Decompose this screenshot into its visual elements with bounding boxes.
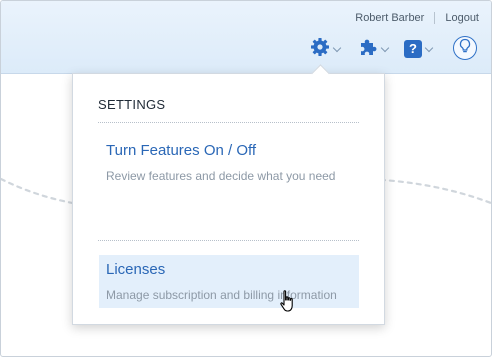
user-menu: Robert Barber Logout	[355, 12, 479, 24]
app-frame: Robert Barber Logout ? SETTINGS Turn Fea…	[0, 0, 492, 357]
chevron-down-icon	[380, 43, 390, 52]
menu-item-description: Manage subscription and billing informat…	[106, 288, 337, 302]
settings-dropdown: SETTINGS Turn Features On / Off Review f…	[72, 64, 385, 325]
menu-item-label: Turn Features On / Off	[106, 142, 257, 159]
menu-item-description: Review features and decide what you need	[106, 169, 336, 183]
divider	[98, 240, 359, 241]
gear-icon	[310, 37, 330, 62]
puzzle-icon	[358, 37, 378, 62]
help-menu-button[interactable]: ?	[404, 37, 434, 61]
menu-item-label: Licenses	[106, 261, 166, 278]
chevron-down-icon	[332, 43, 342, 52]
logout-link[interactable]: Logout	[445, 12, 479, 24]
extensions-menu-button[interactable]	[358, 37, 390, 62]
top-bar: Robert Barber Logout ?	[1, 1, 491, 74]
tips-button[interactable]	[453, 36, 477, 60]
menu-item-features[interactable]: Turn Features On / Off Review features a…	[99, 136, 359, 189]
hand-cursor-icon	[280, 290, 293, 312]
settings-menu-button[interactable]	[310, 37, 342, 62]
lightbulb-icon	[458, 38, 472, 59]
help-icon: ?	[404, 40, 422, 58]
chevron-down-icon	[424, 43, 434, 52]
separator	[434, 12, 436, 24]
divider	[98, 122, 359, 123]
user-name-link[interactable]: Robert Barber	[355, 12, 424, 24]
dropdown-title: SETTINGS	[98, 97, 166, 112]
menu-item-licenses[interactable]: Licenses Manage subscription and billing…	[99, 255, 359, 308]
